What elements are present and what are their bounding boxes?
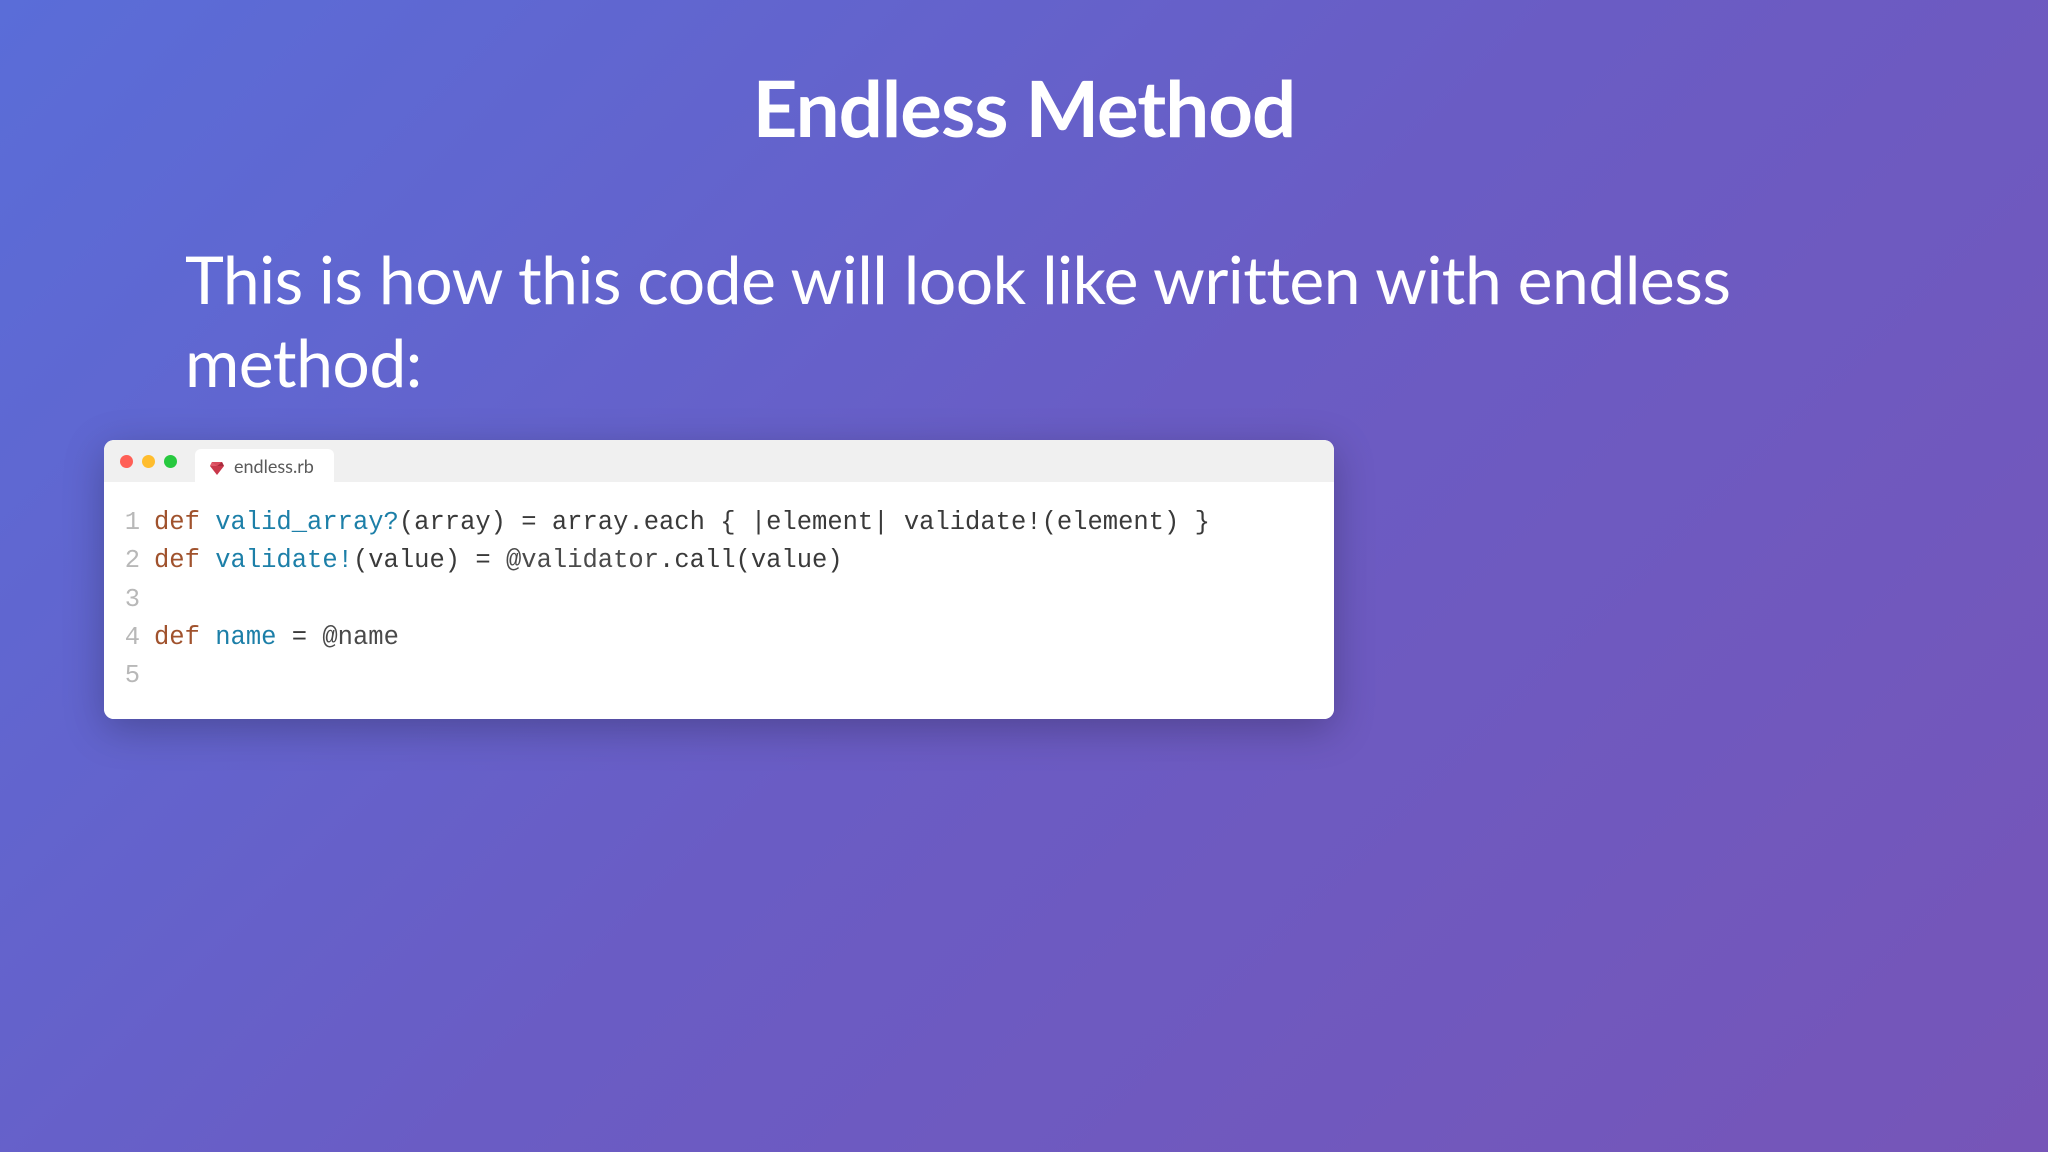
- line-number: 3: [104, 581, 154, 619]
- slide-title: Endless Method: [0, 0, 2048, 154]
- code-body: 1def valid_array?(array) = array.each { …: [104, 482, 1334, 719]
- close-icon[interactable]: [120, 455, 133, 468]
- code-token: def: [154, 623, 215, 652]
- line-content: def validate!(value) = @validator.call(v…: [154, 542, 843, 580]
- code-token: @validator: [506, 546, 659, 575]
- code-token: valid_array?: [215, 508, 399, 537]
- tab-filename: endless.rb: [234, 455, 314, 477]
- tab-file[interactable]: endless.rb: [195, 449, 334, 482]
- code-token: name: [215, 623, 276, 652]
- line-number: 5: [104, 657, 154, 695]
- maximize-icon[interactable]: [164, 455, 177, 468]
- code-token: def: [154, 546, 215, 575]
- code-token: .call(value): [659, 546, 843, 575]
- code-line: 4def name = @name: [104, 619, 1334, 657]
- line-number: 1: [104, 504, 154, 542]
- ruby-icon: [209, 458, 225, 474]
- minimize-icon[interactable]: [142, 455, 155, 468]
- traffic-lights: [120, 455, 177, 468]
- code-line: 5: [104, 657, 1334, 695]
- window-titlebar: endless.rb: [104, 440, 1334, 482]
- slide-subtitle: This is how this code will look like wri…: [0, 154, 2048, 404]
- code-line: 2def validate!(value) = @validator.call(…: [104, 542, 1334, 580]
- line-content: def valid_array?(array) = array.each { |…: [154, 504, 1210, 542]
- line-content: def name = @name: [154, 619, 399, 657]
- code-window: endless.rb 1def valid_array?(array) = ar…: [104, 440, 1334, 719]
- code-token: @name: [322, 623, 399, 652]
- code-line: 3: [104, 581, 1334, 619]
- line-number: 4: [104, 619, 154, 657]
- code-token: validate!: [215, 546, 353, 575]
- code-token: =: [276, 623, 322, 652]
- code-token: def: [154, 508, 215, 537]
- code-token: (array) = array.each { |element| validat…: [399, 508, 1210, 537]
- line-number: 2: [104, 542, 154, 580]
- code-line: 1def valid_array?(array) = array.each { …: [104, 504, 1334, 542]
- code-token: (value) =: [353, 546, 506, 575]
